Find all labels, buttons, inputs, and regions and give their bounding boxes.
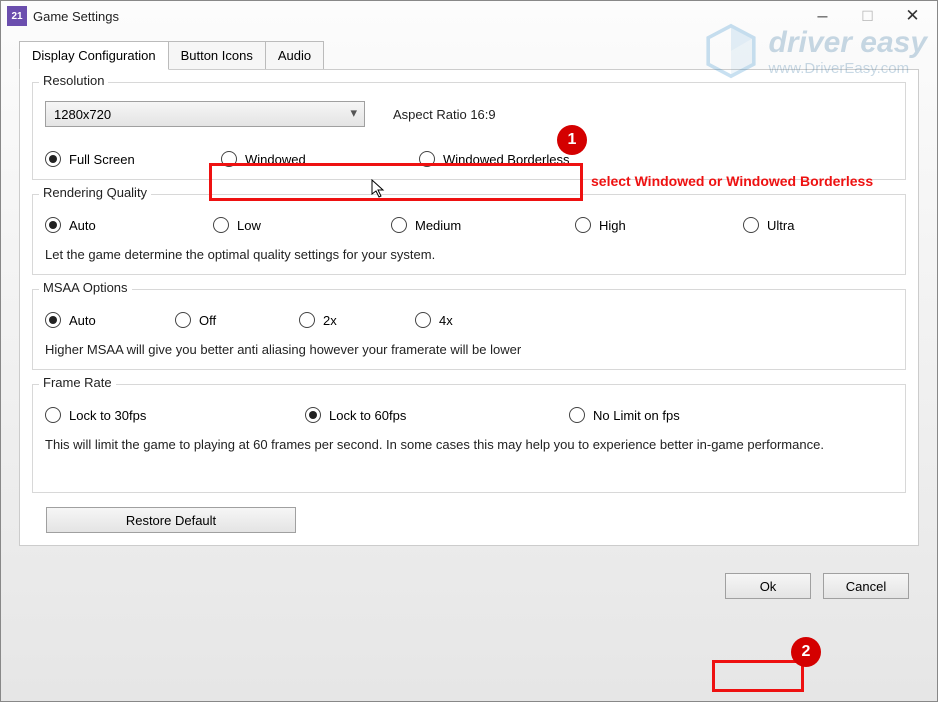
tabs: Display Configuration Button Icons Audio — [19, 41, 937, 70]
radio-fr-60[interactable]: Lock to 60fps — [305, 407, 569, 423]
resolution-group: Resolution 1280x720 Aspect Ratio 16:9 Fu… — [32, 82, 906, 180]
radio-icon — [415, 312, 431, 328]
tab-display-configuration[interactable]: Display Configuration — [19, 41, 169, 70]
radio-label: Low — [237, 218, 261, 233]
radio-icon — [175, 312, 191, 328]
radio-rq-high[interactable]: High — [575, 217, 743, 233]
annotation-highlight-2 — [712, 660, 804, 692]
radio-windowed[interactable]: Windowed — [221, 151, 411, 167]
radio-fr-nolimit[interactable]: No Limit on fps — [569, 407, 680, 423]
radio-label: 2x — [323, 313, 337, 328]
msaa-group: MSAA Options Auto Off 2x 4x — [32, 289, 906, 370]
resolution-select[interactable]: 1280x720 — [45, 101, 365, 127]
radio-icon — [305, 407, 321, 423]
radio-label: Lock to 60fps — [329, 408, 406, 423]
game-settings-window: 21 Game Settings ─ ☐ ✕ Display Configura… — [0, 0, 938, 702]
radio-label: Auto — [69, 218, 96, 233]
radio-rq-low[interactable]: Low — [213, 217, 391, 233]
radio-rq-auto[interactable]: Auto — [45, 217, 213, 233]
radio-label: 4x — [439, 313, 453, 328]
framerate-group: Frame Rate Lock to 30fps Lock to 60fps N… — [32, 384, 906, 493]
msaa-desc: Higher MSAA will give you better anti al… — [45, 342, 893, 357]
radio-msaa-4x[interactable]: 4x — [415, 312, 453, 328]
radio-label: Lock to 30fps — [69, 408, 146, 423]
radio-icon — [45, 312, 61, 328]
annotation-badge-1: 1 — [557, 125, 587, 155]
radio-icon — [743, 217, 759, 233]
annotation-text-1: select Windowed or Windowed Borderless — [591, 173, 873, 189]
radio-icon — [45, 407, 61, 423]
close-button[interactable]: ✕ — [890, 2, 935, 30]
radio-label: No Limit on fps — [593, 408, 680, 423]
annotation-badge-2: 2 — [791, 637, 821, 667]
msaa-legend: MSAA Options — [39, 280, 132, 295]
resolution-legend: Resolution — [39, 73, 108, 88]
radio-icon — [569, 407, 585, 423]
radio-rq-ultra[interactable]: Ultra — [743, 217, 794, 233]
app-icon: 21 — [7, 6, 27, 26]
radio-icon — [45, 151, 61, 167]
radio-rq-medium[interactable]: Medium — [391, 217, 575, 233]
aspect-ratio-label: Aspect Ratio 16:9 — [393, 107, 496, 122]
minimize-button[interactable]: ─ — [800, 2, 845, 30]
tab-audio[interactable]: Audio — [265, 41, 324, 70]
radio-label: Windowed — [245, 152, 306, 167]
radio-icon — [575, 217, 591, 233]
rendering-quality-group: Rendering Quality Auto Low Medium High — [32, 194, 906, 275]
ok-button[interactable]: Ok — [725, 573, 811, 599]
dialog-footer: Ok Cancel — [1, 557, 937, 617]
framerate-desc: This will limit the game to playing at 6… — [45, 437, 893, 452]
maximize-button[interactable]: ☐ — [845, 2, 890, 30]
radio-msaa-2x[interactable]: 2x — [299, 312, 415, 328]
radio-full-screen[interactable]: Full Screen — [45, 151, 213, 167]
cancel-button[interactable]: Cancel — [823, 573, 909, 599]
radio-icon — [221, 151, 237, 167]
titlebar: 21 Game Settings ─ ☐ ✕ — [1, 1, 937, 31]
rendering-legend: Rendering Quality — [39, 185, 151, 200]
radio-windowed-borderless[interactable]: Windowed Borderless — [419, 151, 569, 167]
radio-label: Ultra — [767, 218, 794, 233]
tab-button-icons[interactable]: Button Icons — [168, 41, 266, 70]
framerate-legend: Frame Rate — [39, 375, 116, 390]
radio-icon — [45, 217, 61, 233]
radio-icon — [213, 217, 229, 233]
radio-icon — [391, 217, 407, 233]
radio-label: Off — [199, 313, 216, 328]
radio-msaa-auto[interactable]: Auto — [45, 312, 175, 328]
radio-icon — [419, 151, 435, 167]
radio-msaa-off[interactable]: Off — [175, 312, 299, 328]
rendering-desc: Let the game determine the optimal quali… — [45, 247, 893, 262]
radio-label: Full Screen — [69, 152, 135, 167]
restore-default-button[interactable]: Restore Default — [46, 507, 296, 533]
radio-label: Auto — [69, 313, 96, 328]
radio-icon — [299, 312, 315, 328]
radio-label: High — [599, 218, 626, 233]
radio-label: Medium — [415, 218, 461, 233]
window-title: Game Settings — [33, 9, 800, 24]
radio-fr-30[interactable]: Lock to 30fps — [45, 407, 305, 423]
radio-label: Windowed Borderless — [443, 152, 569, 167]
tab-panel: Resolution 1280x720 Aspect Ratio 16:9 Fu… — [19, 69, 919, 546]
